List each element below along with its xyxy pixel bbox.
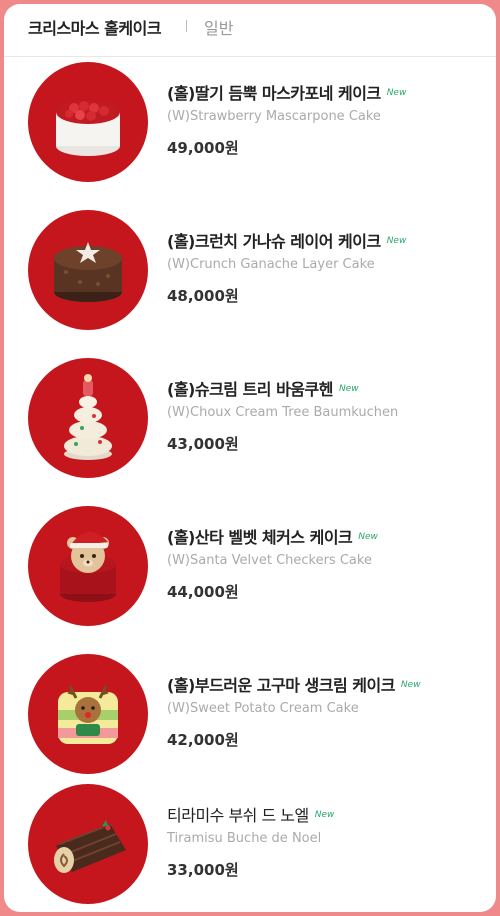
product-english-name: Tiramisu Buche de Noel bbox=[167, 831, 322, 846]
product-item[interactable]: (홀)부드러운 고구마 생크림 케이크 New (W)Sweet Potato C… bbox=[4, 654, 496, 802]
reindeer-cake-icon bbox=[28, 654, 148, 774]
product-item[interactable]: (홀)크런치 가나슈 레이어 케이크 New (W)Crunch Ganache … bbox=[4, 210, 496, 358]
tree-cake-icon bbox=[28, 358, 148, 478]
tab-christmas-whole-cake[interactable]: 크리스마스 홀케이크 bbox=[28, 15, 162, 39]
product-price: 48,000원 bbox=[167, 287, 239, 305]
new-badge: New bbox=[400, 680, 421, 690]
product-item[interactable]: (홀)슈크림 트리 바움쿠헨 New (W)Choux Cream Tree Ba… bbox=[4, 358, 496, 506]
buche-de-noel-icon bbox=[28, 784, 148, 904]
product-name: 티라미수 부쉬 드 노엘 bbox=[167, 806, 309, 825]
strawberry-cake-icon bbox=[28, 62, 148, 182]
product-price: 42,000원 bbox=[167, 731, 239, 749]
product-english-name: (W)Sweet Potato Cream Cake bbox=[167, 701, 359, 716]
new-badge: New bbox=[358, 532, 378, 542]
product-price: 33,000원 bbox=[167, 861, 239, 879]
product-item[interactable]: 티라미수 부쉬 드 노엘 New Tiramisu Buche de Noel 3… bbox=[4, 784, 496, 912]
new-badge: New bbox=[314, 810, 335, 820]
tab-general[interactable]: 일반 bbox=[204, 15, 233, 39]
product-name: (홀)부드러운 고구마 생크림 케이크 bbox=[167, 676, 395, 695]
product-english-name: (W)Crunch Ganache Layer Cake bbox=[167, 257, 375, 272]
new-badge: New bbox=[386, 236, 407, 246]
santa-bear-cake-icon bbox=[28, 506, 148, 626]
app-frame: 크리스마스 홀케이크 일반 (홀)딸기 듬뿍 마스카포네 케이크 New (W)S… bbox=[4, 4, 496, 912]
tab-divider bbox=[186, 20, 187, 32]
product-price: 44,000원 bbox=[167, 583, 239, 601]
product-english-name: (W)Santa Velvet Checkers Cake bbox=[167, 553, 372, 568]
product-name: (홀)딸기 듬뿍 마스카포네 케이크 bbox=[167, 84, 381, 103]
product-name: (홀)산타 벨벳 체커스 케이크 bbox=[167, 528, 353, 547]
product-price: 43,000원 bbox=[167, 435, 239, 453]
product-item[interactable]: (홀)산타 벨벳 체커스 케이크 New (W)Santa Velvet Chec… bbox=[4, 506, 496, 654]
product-english-name: (W)Choux Cream Tree Baumkuchen bbox=[167, 405, 399, 420]
category-tabs: 크리스마스 홀케이크 일반 bbox=[4, 4, 496, 57]
product-name: (홀)크런치 가나슈 레이어 케이크 bbox=[167, 232, 381, 251]
product-name: (홀)슈크림 트리 바움쿠헨 bbox=[167, 380, 333, 399]
new-badge: New bbox=[338, 384, 359, 394]
product-item[interactable]: (홀)딸기 듬뿍 마스카포네 케이크 New (W)Strawberry Masc… bbox=[4, 62, 496, 210]
product-price: 49,000원 bbox=[167, 139, 239, 157]
new-badge: New bbox=[386, 88, 407, 98]
chocolate-cake-icon bbox=[28, 210, 148, 330]
product-english-name: (W)Strawberry Mascarpone Cake bbox=[167, 109, 381, 124]
